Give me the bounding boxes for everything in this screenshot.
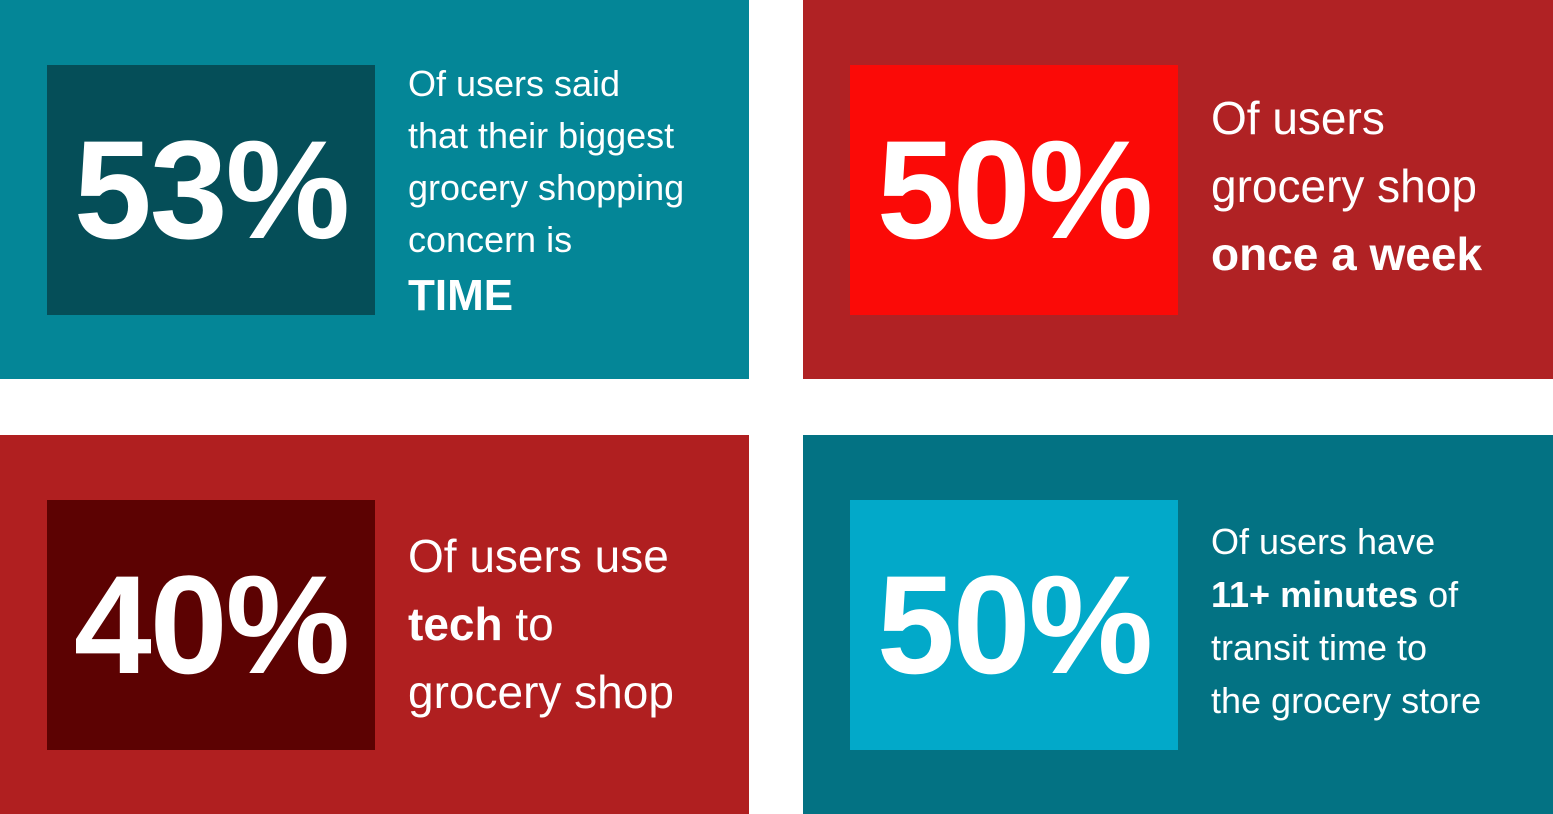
- stat-value: 50%: [876, 546, 1153, 703]
- description-line: Of users said: [408, 63, 621, 104]
- stat-card-transit-time: 50% Of users have 11+ minutes of transit…: [803, 435, 1553, 814]
- description-line: Of users: [1211, 92, 1385, 144]
- emphasis-text: 11+ minutes: [1211, 574, 1419, 615]
- emphasis-text: tech: [408, 598, 503, 650]
- emphasis-text: once a week: [1211, 228, 1483, 280]
- description-line: 11+ minutes of: [1211, 568, 1481, 621]
- description-emphasis: TIME: [408, 271, 514, 320]
- stat-box: 50%: [850, 500, 1178, 750]
- description-line: Of users use: [408, 530, 669, 582]
- description-line: that their biggest: [408, 115, 675, 156]
- description-text: to: [502, 598, 554, 650]
- stat-box: 40%: [47, 500, 375, 750]
- stat-description: Of users use tech to grocery shop: [408, 522, 674, 726]
- stat-value: 50%: [876, 111, 1153, 268]
- description-line: concern is: [408, 219, 573, 260]
- description-line: the grocery store: [1211, 680, 1482, 721]
- stat-box: 50%: [850, 65, 1178, 315]
- stat-card-time-concern: 53% Of users said that their biggest gro…: [0, 0, 749, 379]
- description-emphasis: once a week: [1211, 220, 1482, 288]
- description-line: tech to: [408, 590, 674, 658]
- stat-description: Of users have 11+ minutes of transit tim…: [1211, 515, 1481, 727]
- description-line: transit time to: [1211, 627, 1428, 668]
- stat-description: Of users grocery shop once a week: [1211, 84, 1482, 288]
- stat-card-shop-frequency: 50% Of users grocery shop once a week: [803, 0, 1553, 379]
- description-line: grocery shop: [408, 666, 674, 718]
- stat-value: 40%: [73, 546, 350, 703]
- description-line: Of users have: [1211, 521, 1436, 562]
- stat-value: 53%: [73, 111, 350, 268]
- stat-box: 53%: [47, 65, 375, 315]
- description-line: grocery shop: [1211, 160, 1477, 212]
- stat-card-tech-usage: 40% Of users use tech to grocery shop: [0, 435, 749, 814]
- description-text: of: [1418, 574, 1459, 615]
- description-line: grocery shopping: [408, 167, 685, 208]
- stat-description: Of users said that their biggest grocery…: [408, 58, 684, 326]
